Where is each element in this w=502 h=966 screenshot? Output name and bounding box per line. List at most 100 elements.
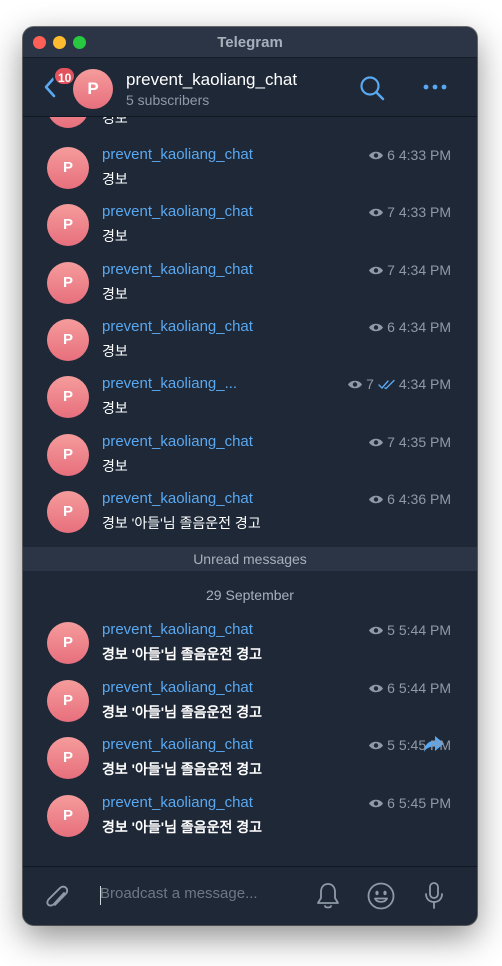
view-count: 7: [387, 262, 395, 278]
eye-icon: [369, 151, 384, 159]
message-time: 4:33 PM: [398, 204, 451, 220]
notifications-button[interactable]: [315, 882, 341, 910]
view-count: 5: [387, 737, 395, 753]
message-meta: 5 5:44 PM: [368, 622, 451, 638]
message-time: 4:33 PM: [398, 147, 451, 163]
message-item[interactable]: P prevent_kaoliang_chat 경보 '아들'님 졸음운전 경고…: [23, 613, 477, 670]
message-avatar[interactable]: P: [47, 491, 89, 533]
message-time: 4:34 PM: [398, 262, 451, 278]
message-sender[interactable]: prevent_kaoliang_chat: [102, 318, 253, 335]
chat-header: P 10 prevent_kaoliang_chat 5 subscribers: [23, 58, 477, 117]
message-time: 4:35 PM: [398, 434, 451, 450]
microphone-icon: [425, 882, 443, 909]
message-composer: Broadcast a message...: [23, 866, 477, 925]
message-avatar[interactable]: P: [47, 680, 89, 722]
message-text: 경보: [102, 171, 128, 187]
message-text: 경보: [102, 400, 128, 416]
message-item[interactable]: P prevent_kaoliang_chat 경보 6 4:34 PM: [23, 310, 477, 367]
window-title: Telegram: [217, 34, 283, 51]
message-item[interactable]: P prevent_kaoliang_chat 경보 '아들'님 졸음운전 경고…: [23, 728, 477, 785]
emoji-icon: [367, 882, 395, 910]
message-time: 5:45 PM: [398, 795, 451, 811]
message-text: 경보 '아들'님 졸음운전 경고: [102, 515, 261, 531]
view-count: 5: [387, 622, 395, 638]
more-button[interactable]: [423, 77, 447, 97]
message-sender[interactable]: prevent_kaoliang_chat: [102, 433, 253, 450]
attach-button[interactable]: [45, 882, 71, 910]
channel-avatar[interactable]: P: [73, 69, 113, 109]
message-meta: 7 4:34 PM: [347, 376, 451, 392]
message-text: 경보 '아들'님 졸음운전 경고: [102, 646, 263, 662]
message-avatar[interactable]: P: [47, 737, 89, 779]
message-avatar[interactable]: P: [47, 622, 89, 664]
message-text: 경보 '아들'님 졸음운전 경고: [102, 761, 263, 777]
message-sender[interactable]: prevent_kaoliang_chat: [102, 794, 253, 811]
message-item[interactable]: P prevent_kaoliang_chat 경보 7 4:34 PM: [23, 253, 477, 310]
search-icon: [360, 76, 385, 101]
message-avatar[interactable]: P: [47, 319, 89, 361]
subscriber-count: 5 subscribers: [126, 92, 210, 108]
message-item[interactable]: P prevent_kaoliang_chat 경보 '아들'님 졸음운전 경고…: [23, 786, 477, 843]
message-sender[interactable]: prevent_kaoliang_chat: [102, 736, 253, 753]
unread-count-badge: 10: [53, 66, 77, 86]
message-meta: 6 5:45 PM: [368, 795, 451, 811]
message-meta: 6 4:36 PM: [368, 491, 451, 507]
message-sender[interactable]: prevent_kaoliang_chat: [102, 261, 253, 278]
message-item-partial[interactable]: P 경보: [23, 117, 477, 134]
title-bar: Telegram: [23, 27, 477, 58]
message-text: 경보: [102, 228, 128, 244]
emoji-button[interactable]: [367, 882, 395, 910]
message-text: 경보: [102, 286, 128, 302]
message-input[interactable]: Broadcast a message...: [100, 885, 290, 907]
message-sender[interactable]: prevent_kaoliang_chat: [102, 679, 253, 696]
view-count: 7: [387, 434, 395, 450]
message-avatar[interactable]: P: [47, 376, 89, 418]
date-separator: 29 September: [206, 587, 294, 603]
message-list[interactable]: P 경보 P prevent_kaoliang_chat 경보 6 4:33 P…: [23, 117, 477, 867]
message-item[interactable]: P prevent_kaoliang_chat 경보 7 4:35 PM: [23, 425, 477, 482]
view-count: 7: [366, 376, 374, 392]
message-item[interactable]: P prevent_kaoliang_chat 경보 '아들'님 졸음운전 경고…: [23, 482, 477, 539]
eye-icon: [369, 684, 384, 692]
eye-icon: [369, 208, 384, 216]
eye-icon: [369, 266, 384, 274]
paperclip-icon: [46, 885, 69, 907]
more-icon: [423, 84, 447, 90]
unread-messages-bar: Unread messages: [23, 547, 477, 571]
bell-icon: [317, 883, 339, 909]
view-count: 6: [387, 319, 395, 335]
message-avatar[interactable]: P: [47, 434, 89, 476]
message-avatar[interactable]: P: [47, 117, 89, 128]
message-text: 경보 '아들'님 졸음운전 경고: [102, 704, 263, 720]
message-avatar[interactable]: P: [47, 204, 89, 246]
view-count: 6: [387, 680, 395, 696]
message-sender[interactable]: prevent_kaoliang_chat: [102, 203, 253, 220]
message-meta: 6 5:44 PM: [368, 680, 451, 696]
eye-icon: [369, 799, 384, 807]
message-item[interactable]: P prevent_kaoliang_chat 경보 7 4:33 PM: [23, 195, 477, 252]
message-item[interactable]: P prevent_kaoliang_... 경보 7 4:34 PM: [23, 367, 477, 424]
message-avatar[interactable]: P: [47, 795, 89, 837]
message-item[interactable]: P prevent_kaoliang_chat 경보 '아들'님 졸음운전 경고…: [23, 671, 477, 728]
voice-record-button[interactable]: [423, 881, 445, 911]
message-avatar[interactable]: P: [47, 262, 89, 304]
eye-icon: [369, 438, 384, 446]
chat-title[interactable]: prevent_kaoliang_chat: [126, 70, 297, 90]
eye-icon: [369, 626, 384, 634]
message-sender[interactable]: prevent_kaoliang_...: [102, 375, 237, 392]
message-meta: 7 4:33 PM: [368, 204, 451, 220]
message-item[interactable]: P prevent_kaoliang_chat 경보 6 4:33 PM: [23, 138, 477, 195]
search-button[interactable]: [359, 75, 385, 101]
eye-icon: [369, 323, 384, 331]
message-meta: 5 5:45 PM: [368, 737, 451, 753]
view-count: 6: [387, 795, 395, 811]
view-count: 6: [387, 491, 395, 507]
message-sender[interactable]: prevent_kaoliang_chat: [102, 146, 253, 163]
message-time: 4:36 PM: [398, 491, 451, 507]
message-meta: 7 4:35 PM: [368, 434, 451, 450]
message-sender[interactable]: prevent_kaoliang_chat: [102, 621, 253, 638]
eye-icon: [369, 495, 384, 503]
message-sender[interactable]: prevent_kaoliang_chat: [102, 490, 253, 507]
message-text: 경보 '아들'님 졸음운전 경고: [102, 819, 263, 835]
message-avatar[interactable]: P: [47, 147, 89, 189]
